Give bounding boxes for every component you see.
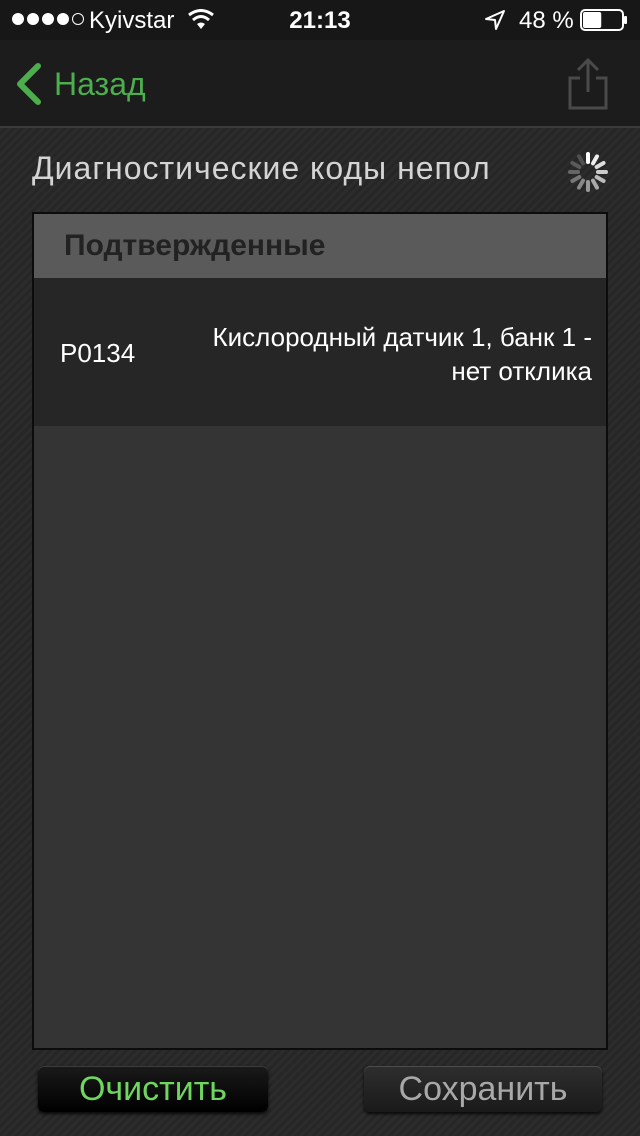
dtc-description: Кислородный датчик 1, банк 1 - нет откли… [212,322,592,386]
wifi-icon [188,9,214,29]
page-title: Диагностические коды непол [32,150,491,186]
trouble-codes-panel: Подтвержденные P0134 Кислородный датчик … [32,212,608,1050]
save-button[interactable]: Сохранить [364,1066,602,1112]
navigation-bar: Назад [0,40,640,128]
carrier-name: Kyivstar [89,7,175,34]
battery-icon [580,9,627,31]
share-icon[interactable] [566,56,610,112]
status-time: 21:13 [289,7,351,34]
loading-spinner-icon [568,152,608,192]
location-arrow-icon [485,10,505,30]
list-item[interactable]: P0134 Кислородный датчик 1, банк 1 - нет… [34,278,606,426]
battery-percent: 48 % [519,7,574,34]
back-button-label: Назад [54,65,146,102]
chevron-left-icon [17,63,41,105]
signal-strength-icon [12,13,84,25]
back-button[interactable]: Назад [14,62,146,106]
clear-button[interactable]: Очистить [38,1066,268,1112]
status-bar: Kyivstar 21:13 48 % [0,0,640,40]
panel-header: Подтвержденные [34,214,606,278]
dtc-code: P0134 [60,338,136,368]
